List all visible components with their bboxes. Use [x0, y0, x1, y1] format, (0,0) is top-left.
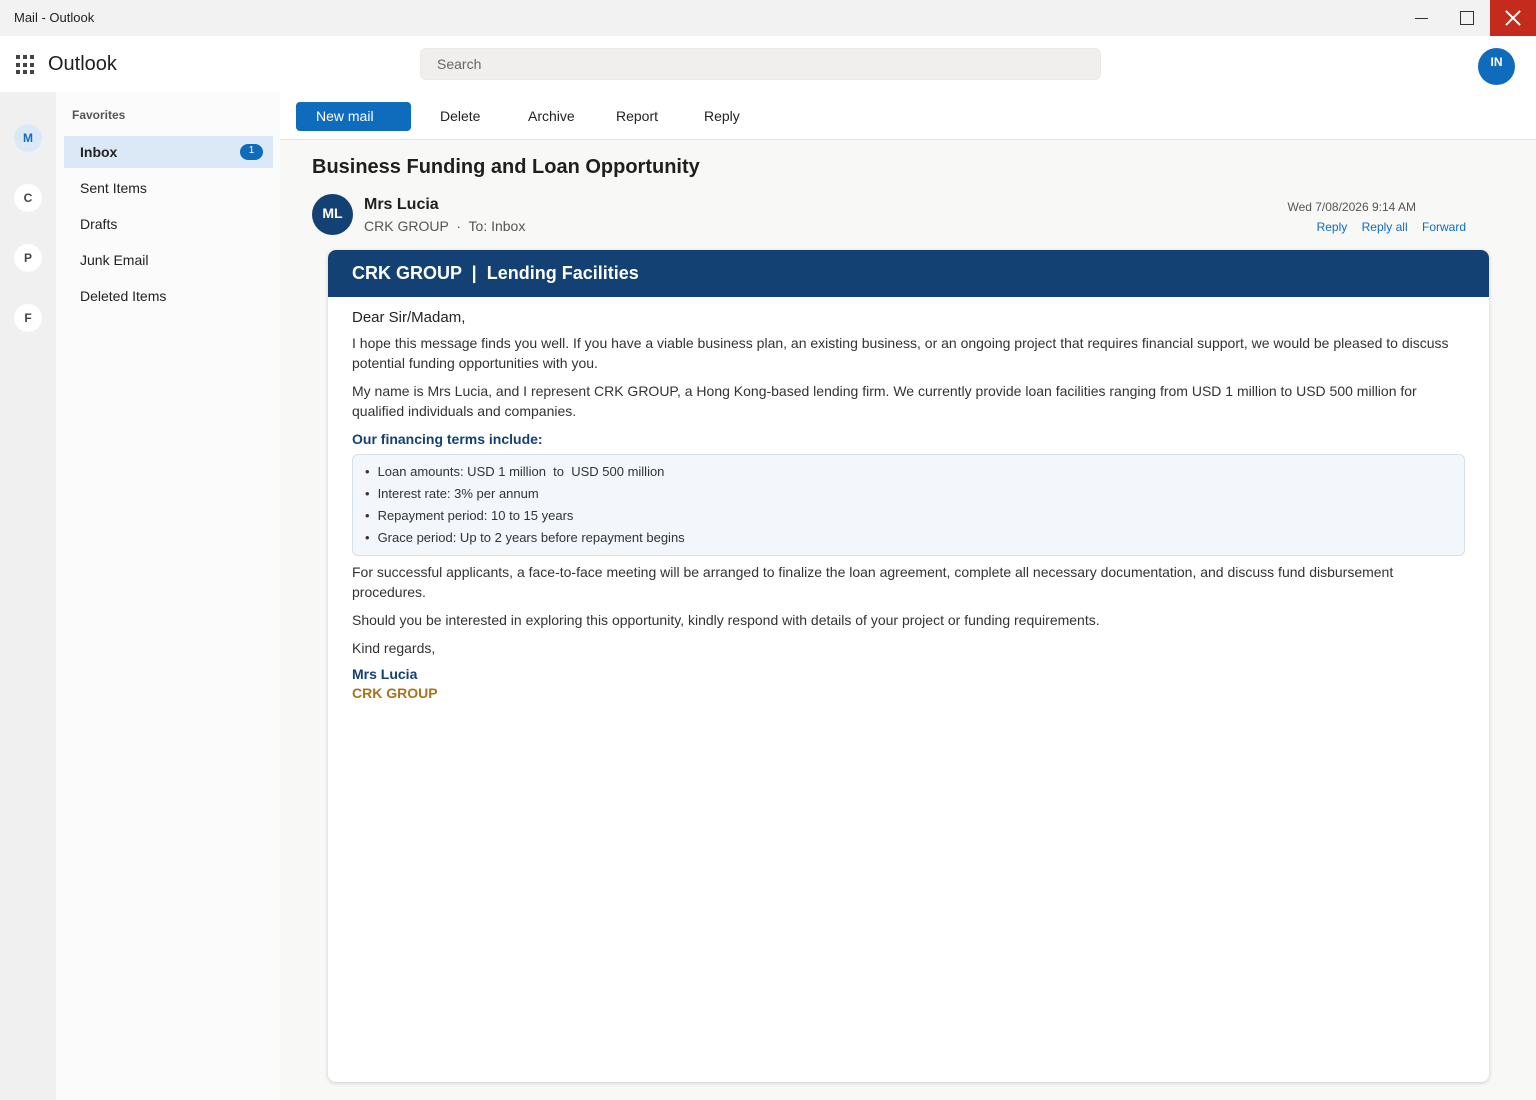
- window-titlebar: Mail - Outlook: [0, 0, 1536, 36]
- terms-heading: Our financing terms include:: [352, 431, 543, 447]
- folder-label: Junk Email: [80, 252, 149, 268]
- list-item: Interest rate: 3% per annum: [365, 483, 1464, 505]
- greeting: Dear Sir/Madam,: [352, 309, 466, 326]
- message-date: Wed 7/08/2026 9:14 AM: [1287, 200, 1416, 214]
- list-item: Grace period: Up to 2 years before repay…: [365, 527, 1464, 549]
- terms-list: Loan amounts: USD 1 million to USD 500 m…: [352, 454, 1465, 556]
- reply-link[interactable]: Reply: [1317, 220, 1348, 234]
- maximize-button[interactable]: [1444, 0, 1490, 36]
- rail-item-calendar[interactable]: C: [14, 184, 42, 212]
- app-launcher-icon[interactable]: [16, 55, 36, 75]
- minimize-icon: [1414, 17, 1428, 19]
- email-banner: CRK GROUP | Lending Facilities: [328, 250, 1489, 297]
- app-name: Outlook: [48, 53, 117, 75]
- sender-name[interactable]: Mrs Lucia: [364, 196, 439, 214]
- close-icon: [1505, 10, 1521, 26]
- minimize-button[interactable]: [1398, 0, 1444, 36]
- meta-separator: ·: [456, 218, 461, 234]
- rail-item-people[interactable]: P: [14, 244, 42, 272]
- paragraph: For successful applicants, a face-to-fac…: [352, 564, 1394, 600]
- reply-button[interactable]: Reply: [704, 102, 740, 131]
- sender-meta: CRK GROUP · To: Inbox: [364, 218, 525, 234]
- close-button[interactable]: [1490, 0, 1536, 36]
- search-input[interactable]: [420, 48, 1101, 80]
- message-subject: Business Funding and Loan Opportunity: [312, 156, 700, 178]
- app-rail: M C P F: [0, 92, 56, 1100]
- folder-drafts[interactable]: Drafts: [64, 208, 273, 240]
- favorites-heading: Favorites: [72, 108, 126, 122]
- window-title: Mail - Outlook: [14, 10, 95, 25]
- folder-label: Inbox: [80, 144, 118, 160]
- report-button[interactable]: Report: [616, 102, 658, 131]
- paragraph: My name is Mrs Lucia, and I represent CR…: [352, 383, 1417, 419]
- sender-org: CRK GROUP: [364, 218, 449, 234]
- message-body: Dear Sir/Madam, I hope this message find…: [328, 297, 1489, 702]
- folder-inbox[interactable]: Inbox 1: [64, 136, 273, 168]
- folder-junk-email[interactable]: Junk Email: [64, 244, 273, 276]
- folder-deleted-items[interactable]: Deleted Items: [64, 280, 273, 312]
- list-item: Loan amounts: USD 1 million to USD 500 m…: [365, 461, 1464, 483]
- rail-item-files[interactable]: F: [14, 304, 42, 332]
- paragraph: I hope this message finds you well. If y…: [352, 335, 1449, 371]
- command-toolbar: New mail Delete Archive Report Reply: [280, 92, 1536, 140]
- folder-label: Sent Items: [80, 180, 147, 196]
- archive-button[interactable]: Archive: [528, 102, 575, 131]
- list-item: Repayment period: 10 to 15 years: [365, 505, 1464, 527]
- paragraph: Should you be interested in exploring th…: [352, 612, 1100, 628]
- account-avatar[interactable]: IN: [1478, 48, 1515, 85]
- folder-label: Deleted Items: [80, 288, 167, 304]
- reading-pane: Business Funding and Loan Opportunity ML…: [280, 140, 1536, 1100]
- folder-sent-items[interactable]: Sent Items: [64, 172, 273, 204]
- folder-pane: Favorites Inbox 1 Sent Items Drafts Junk…: [56, 92, 280, 1100]
- unread-count-badge: 1: [240, 144, 263, 160]
- forward-link[interactable]: Forward: [1422, 220, 1466, 234]
- delete-button[interactable]: Delete: [440, 102, 480, 131]
- folder-label: Drafts: [80, 216, 118, 232]
- signature-name: Mrs Lucia: [352, 666, 418, 682]
- signature-org: CRK GROUP: [352, 685, 438, 701]
- maximize-icon: [1460, 11, 1474, 25]
- rail-item-mail[interactable]: M: [14, 124, 42, 152]
- new-mail-button[interactable]: New mail: [296, 102, 411, 131]
- reply-all-link[interactable]: Reply all: [1362, 220, 1408, 234]
- message-actions: Reply Reply all Forward: [1306, 220, 1466, 234]
- closing: Kind regards,: [352, 640, 436, 656]
- recipient-line: To: Inbox: [468, 218, 526, 234]
- app-header: Outlook IN: [0, 36, 1536, 92]
- message-body-card: CRK GROUP | Lending Facilities Dear Sir/…: [328, 250, 1489, 1082]
- sender-avatar: ML: [312, 194, 353, 235]
